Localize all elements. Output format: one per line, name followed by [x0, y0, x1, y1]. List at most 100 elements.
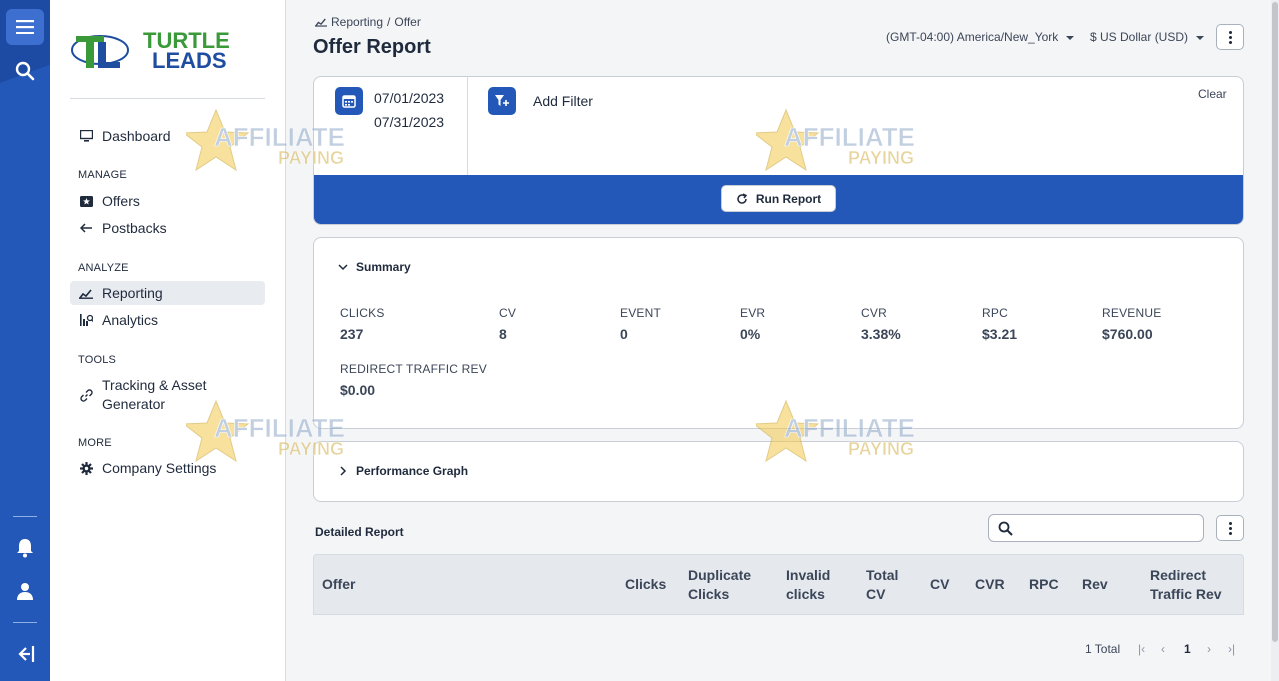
column-label: Clicks [688, 586, 730, 602]
timezone-value: (GMT-04:00) America/New_York [886, 30, 1059, 44]
rail-divider [13, 622, 37, 623]
chevron-down-icon [1196, 35, 1205, 40]
metric-label: RPC [982, 306, 1008, 320]
sidebar-item-company-settings[interactable]: Company Settings [70, 456, 265, 480]
sidebar-item-label: Postbacks [102, 220, 167, 236]
column-label: CV [930, 576, 950, 592]
metric-cv: CV 8 [499, 306, 516, 342]
chevron-down-icon [338, 264, 348, 271]
sidebar-item-offers[interactable]: Offers [70, 189, 265, 213]
turtle-leads-logo[interactable]: TURTLE LEADS [70, 24, 265, 74]
summary-toggle[interactable]: Summary [338, 260, 411, 274]
sidebar-item-dashboard[interactable]: Dashboard [70, 124, 265, 148]
first-page-button[interactable]: |‹ [1138, 642, 1145, 656]
column-label: Rev [1082, 576, 1108, 592]
user-icon [17, 583, 33, 600]
timezone-select[interactable]: (GMT-04:00) America/New_York [886, 30, 1075, 44]
sidebar-divider [70, 98, 265, 99]
column-header-total-cv[interactable]: Total CV [866, 566, 898, 604]
kebab-dot [1228, 35, 1232, 39]
column-label: Clicks [625, 576, 667, 592]
collapse-sidebar-button[interactable] [6, 636, 44, 672]
column-header-rev[interactable]: Rev [1082, 575, 1108, 594]
metric-redirect-traffic-rev: REDIRECT TRAFFIC REV $0.00 [340, 362, 487, 398]
kebab-dot [1228, 40, 1232, 44]
column-header-redirect-traffic-rev[interactable]: Redirect Traffic Rev [1150, 566, 1222, 604]
sidebar-item-reporting[interactable]: Reporting [70, 281, 265, 305]
offer-star-icon [70, 195, 102, 207]
column-label: Traffic Rev [1150, 586, 1222, 602]
search-input[interactable] [1021, 519, 1197, 537]
run-report-button[interactable]: Run Report [721, 185, 836, 212]
filter-panel: 07/01/2023 07/31/2023 Add Filter Clear R… [313, 76, 1244, 225]
column-header-clicks[interactable]: Clicks [625, 575, 666, 594]
metric-label: CV [499, 306, 517, 320]
metric-revenue: REVENUE $760.00 [1102, 306, 1161, 342]
metric-evr: EVR 0% [740, 306, 765, 342]
link-icon [70, 388, 102, 402]
scrollbar-thumb[interactable] [1272, 2, 1278, 642]
start-date[interactable]: 07/01/2023 [374, 90, 444, 106]
reporting-chart-icon [315, 18, 327, 27]
tracking-label-line1: Tracking & Asset [102, 377, 207, 393]
sidebar: TURTLE LEADS Dashboard MANAGE Offers Pos… [50, 0, 286, 681]
chevron-down-icon [1066, 35, 1075, 40]
metric-cvr: CVR 3.38% [861, 306, 901, 342]
sidebar-item-label: Company Settings [102, 460, 217, 476]
report-table-header: Offer Clicks Duplicate Clicks Invalid clic… [313, 554, 1244, 615]
performance-graph-panel: Performance Graph [313, 441, 1244, 502]
sidebar-item-postbacks[interactable]: Postbacks [70, 216, 265, 240]
sidebar-item-label: Reporting [102, 285, 163, 301]
current-page[interactable]: 1 [1184, 642, 1191, 656]
clear-filters-button[interactable]: Clear [1198, 87, 1227, 101]
column-label: clicks [786, 586, 825, 602]
currency-value: $ US Dollar (USD) [1090, 30, 1189, 44]
column-header-invalid-clicks[interactable]: Invalid clicks [786, 566, 830, 604]
sidebar-item-analytics[interactable]: Analytics [70, 308, 265, 332]
date-range-button[interactable] [335, 87, 363, 115]
column-label: Redirect [1150, 567, 1207, 583]
metric-label: REVENUE [1102, 306, 1162, 320]
column-header-duplicate-clicks[interactable]: Duplicate Clicks [688, 566, 751, 604]
kebab-dot [1228, 30, 1232, 34]
run-report-bar: Run Report [314, 175, 1243, 224]
collapse-left-icon [18, 646, 35, 662]
column-label: RPC [1029, 576, 1059, 592]
last-page-button[interactable]: ›| [1228, 642, 1235, 656]
next-page-button[interactable]: › [1207, 642, 1211, 656]
metric-label: CLICKS [340, 306, 385, 320]
performance-graph-toggle[interactable]: Performance Graph [338, 464, 468, 478]
breadcrumb-parent[interactable]: Reporting [331, 15, 383, 29]
metric-value: 0 [620, 326, 628, 342]
rail-search-button[interactable] [6, 53, 44, 89]
filter-add-icon [495, 95, 509, 106]
rail-divider [13, 516, 37, 517]
sidebar-item-tracking-generator[interactable]: Tracking & Asset Generator [70, 376, 265, 414]
report-search[interactable] [988, 514, 1204, 542]
column-label: Duplicate [688, 567, 752, 583]
page-scrollbar[interactable] [1271, 0, 1279, 681]
currency-select[interactable]: $ US Dollar (USD) [1090, 30, 1205, 44]
column-header-offer[interactable]: Offer [322, 575, 355, 594]
breadcrumb-current: Offer [394, 15, 421, 29]
report-options-button[interactable] [1216, 515, 1244, 541]
add-filter-button[interactable]: Add Filter [533, 93, 593, 109]
pagination-total: 1 Total [1085, 642, 1121, 656]
column-header-cv[interactable]: CV [930, 575, 949, 594]
prev-page-button[interactable]: ‹ [1161, 642, 1165, 656]
notifications-button[interactable] [6, 530, 44, 566]
page-options-button[interactable] [1216, 24, 1244, 50]
end-date[interactable]: 07/31/2023 [374, 114, 444, 130]
metric-value: 3.38% [861, 326, 901, 342]
add-filter-icon-button[interactable] [488, 87, 516, 115]
filter-divider [467, 77, 468, 175]
column-header-rpc[interactable]: RPC [1029, 575, 1059, 594]
account-button[interactable] [6, 573, 44, 609]
metric-event: EVENT 0 [620, 306, 661, 342]
sidebar-item-label: Offers [102, 193, 140, 209]
bell-icon [17, 539, 33, 558]
analytics-icon [70, 314, 102, 326]
column-header-cvr[interactable]: CVR [975, 575, 1005, 594]
menu-button[interactable] [6, 9, 44, 45]
metric-rpc: RPC $3.21 [982, 306, 1017, 342]
